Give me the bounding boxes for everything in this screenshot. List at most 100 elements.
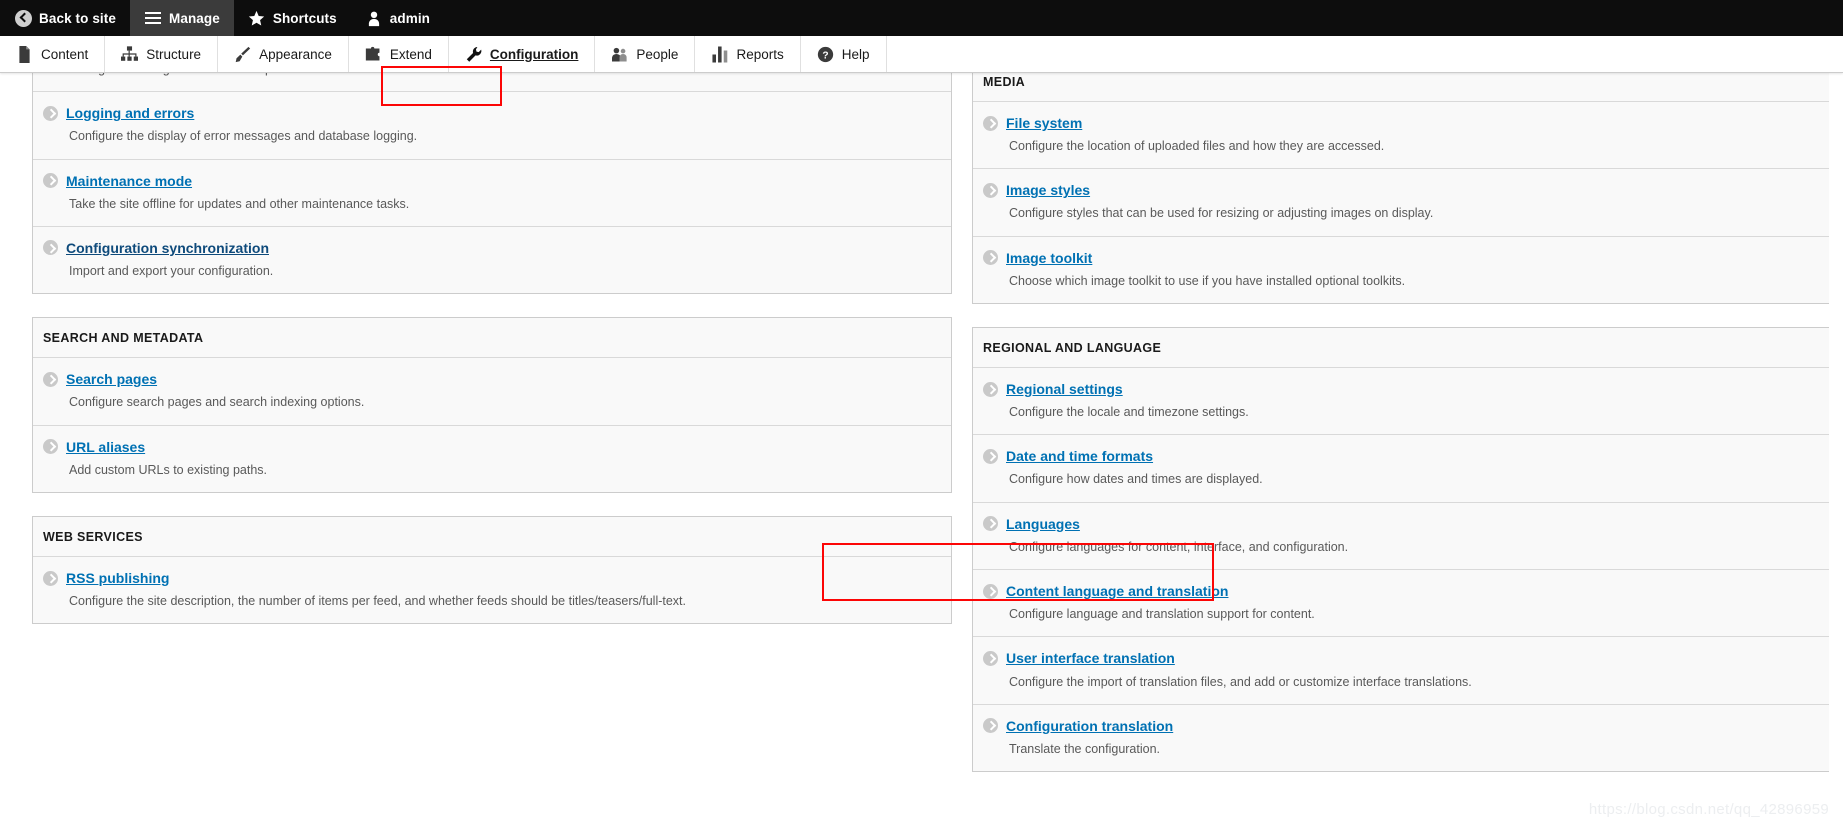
config-item-file-system[interactable]: File system Configure the location of up… (973, 102, 1829, 170)
item-link[interactable]: Image toolkit (1006, 250, 1092, 266)
chevron-right-icon (983, 182, 998, 198)
back-arrow-icon (14, 9, 32, 27)
nav-item-configuration[interactable]: Configuration (449, 36, 596, 72)
watermark-text: https://blog.csdn.net/qq_42896959 (1588, 801, 1829, 818)
item-header: Configuration synchronization (43, 240, 939, 256)
item-link[interactable]: RSS publishing (66, 570, 169, 586)
config-item-performance[interactable]: Configure caching and bandwidth optimiza… (33, 73, 951, 93)
item-description: Configure the site description, the numb… (69, 594, 687, 609)
item-header: Image toolkit (983, 250, 1817, 266)
question-mark-icon: ? (817, 46, 834, 63)
hamburger-menu-icon (144, 9, 162, 27)
item-header: Logging and errors (43, 105, 939, 121)
item-description: Choose which image toolkit to use if you… (1009, 273, 1406, 288)
config-item-date-and-time-formats[interactable]: Date and time formats Configure how date… (973, 435, 1829, 503)
item-link[interactable]: Search pages (66, 371, 157, 387)
item-description: Configure search pages and search indexi… (69, 395, 365, 410)
left-column: Configure caching and bandwidth optimiza… (0, 73, 952, 795)
nav-item-label: People (636, 46, 679, 62)
item-description: Configure the location of uploaded files… (1009, 139, 1385, 154)
nav-item-content[interactable]: Content (0, 36, 106, 72)
item-description: Import and export your configuration. (69, 264, 274, 279)
config-item-configuration-translation[interactable]: Configuration translation Translate the … (973, 705, 1829, 771)
chevron-right-icon (43, 240, 58, 256)
toolbar-tab-label: Manage (168, 10, 220, 26)
item-header: RSS publishing (43, 570, 939, 586)
item-header: Maintenance mode (43, 173, 939, 189)
item-link[interactable]: URL aliases (66, 439, 145, 455)
config-item-logging-and-errors[interactable]: Logging and errors Configure the display… (33, 92, 951, 160)
config-item-user-interface-translation[interactable]: User interface translation Configure the… (973, 637, 1829, 705)
toolbar-tab-user-admin[interactable]: admin (351, 0, 444, 36)
item-link[interactable]: Date and time formats (1006, 448, 1153, 464)
item-link[interactable]: Image styles (1006, 182, 1090, 198)
toolbar-tab-shortcuts[interactable]: Shortcuts (234, 0, 351, 36)
panel-item-list: Regional settings Configure the locale a… (973, 368, 1829, 771)
chevron-right-icon (983, 650, 998, 666)
config-item-regional-settings[interactable]: Regional settings Configure the locale a… (973, 368, 1829, 436)
right-column: MEDIA File system Configure the location… (972, 73, 1829, 795)
toolbar-tab-label: Shortcuts (272, 10, 337, 26)
item-description: Configure caching and bandwidth optimiza… (69, 73, 939, 77)
nav-item-help[interactable]: ? Help (801, 36, 887, 72)
item-link[interactable]: Configuration translation (1006, 718, 1173, 734)
nav-item-appearance[interactable]: Appearance (218, 36, 349, 72)
nav-item-extend[interactable]: Extend (349, 36, 449, 72)
item-description: Configure how dates and times are displa… (1009, 472, 1263, 487)
panel-item-list: Search pages Configure search pages and … (33, 358, 951, 492)
nav-item-label: Reports (736, 46, 784, 62)
panel-item-list: RSS publishing Configure the site descri… (33, 557, 951, 623)
chevron-right-icon (43, 439, 58, 455)
panel-development: Configure caching and bandwidth optimiza… (32, 73, 952, 295)
nav-item-label: Help (841, 46, 870, 62)
config-item-image-toolkit[interactable]: Image toolkit Choose which image toolkit… (973, 237, 1829, 303)
toolbar-tab-label: Back to site (39, 10, 116, 26)
nav-item-reports[interactable]: Reports (695, 36, 801, 72)
configuration-page: Configure caching and bandwidth optimiza… (0, 73, 1843, 822)
toolbar-tab-manage[interactable]: Manage (129, 0, 234, 36)
item-header: File system (983, 115, 1817, 131)
nav-item-label: Appearance (259, 46, 332, 62)
config-item-url-aliases[interactable]: URL aliases Add custom URLs to existing … (33, 426, 951, 492)
item-header: Search pages (43, 371, 939, 387)
chevron-right-icon (983, 583, 998, 599)
puzzle-piece-icon (365, 46, 382, 63)
item-link[interactable]: Content language and translation (1006, 583, 1228, 599)
user-icon (365, 9, 383, 27)
panel-title: MEDIA (973, 73, 1829, 102)
admin-toolbar: Back to site Manage Shortcuts admin (0, 0, 1843, 36)
item-link[interactable]: Logging and errors (66, 105, 194, 121)
item-link[interactable]: Maintenance mode (66, 173, 192, 189)
item-description: Add custom URLs to existing paths. (69, 462, 268, 477)
sitemap-icon (121, 46, 139, 63)
config-item-search-pages[interactable]: Search pages Configure search pages and … (33, 358, 951, 426)
config-item-languages[interactable]: Languages Configure languages for conten… (973, 503, 1829, 571)
chevron-right-icon (983, 448, 998, 464)
config-item-configuration-synchronization[interactable]: Configuration synchronization Import and… (33, 227, 951, 293)
chevron-right-icon (983, 718, 998, 734)
item-link[interactable]: User interface translation (1006, 650, 1175, 666)
item-link[interactable]: Configuration synchronization (66, 240, 269, 256)
config-item-maintenance-mode[interactable]: Maintenance mode Take the site offline f… (33, 160, 951, 227)
toolbar-tab-back-to-site[interactable]: Back to site (0, 0, 130, 36)
item-description: Configure the display of error messages … (69, 129, 418, 144)
nav-item-people[interactable]: People (595, 36, 696, 72)
svg-text:?: ? (822, 50, 828, 61)
config-item-content-language-and-translation[interactable]: Content language and translation Configu… (973, 570, 1829, 638)
paintbrush-icon (234, 46, 251, 63)
item-header: Languages (983, 516, 1817, 532)
config-item-image-styles[interactable]: Image styles Configure styles that can b… (973, 169, 1829, 237)
nav-item-label: Structure (146, 46, 202, 62)
item-header: Date and time formats (983, 448, 1817, 464)
item-link[interactable]: Regional settings (1006, 381, 1123, 397)
chevron-right-icon (43, 371, 58, 387)
chevron-right-icon (43, 173, 58, 189)
chevron-right-icon (983, 381, 998, 397)
item-header: Regional settings (983, 381, 1817, 397)
item-link[interactable]: Languages (1006, 516, 1080, 532)
item-description: Configure styles that can be used for re… (1009, 206, 1434, 221)
nav-item-structure[interactable]: Structure (105, 36, 219, 72)
config-item-rss-publishing[interactable]: RSS publishing Configure the site descri… (33, 557, 951, 623)
item-link[interactable]: File system (1006, 115, 1082, 131)
nav-item-label: Configuration (489, 46, 579, 62)
